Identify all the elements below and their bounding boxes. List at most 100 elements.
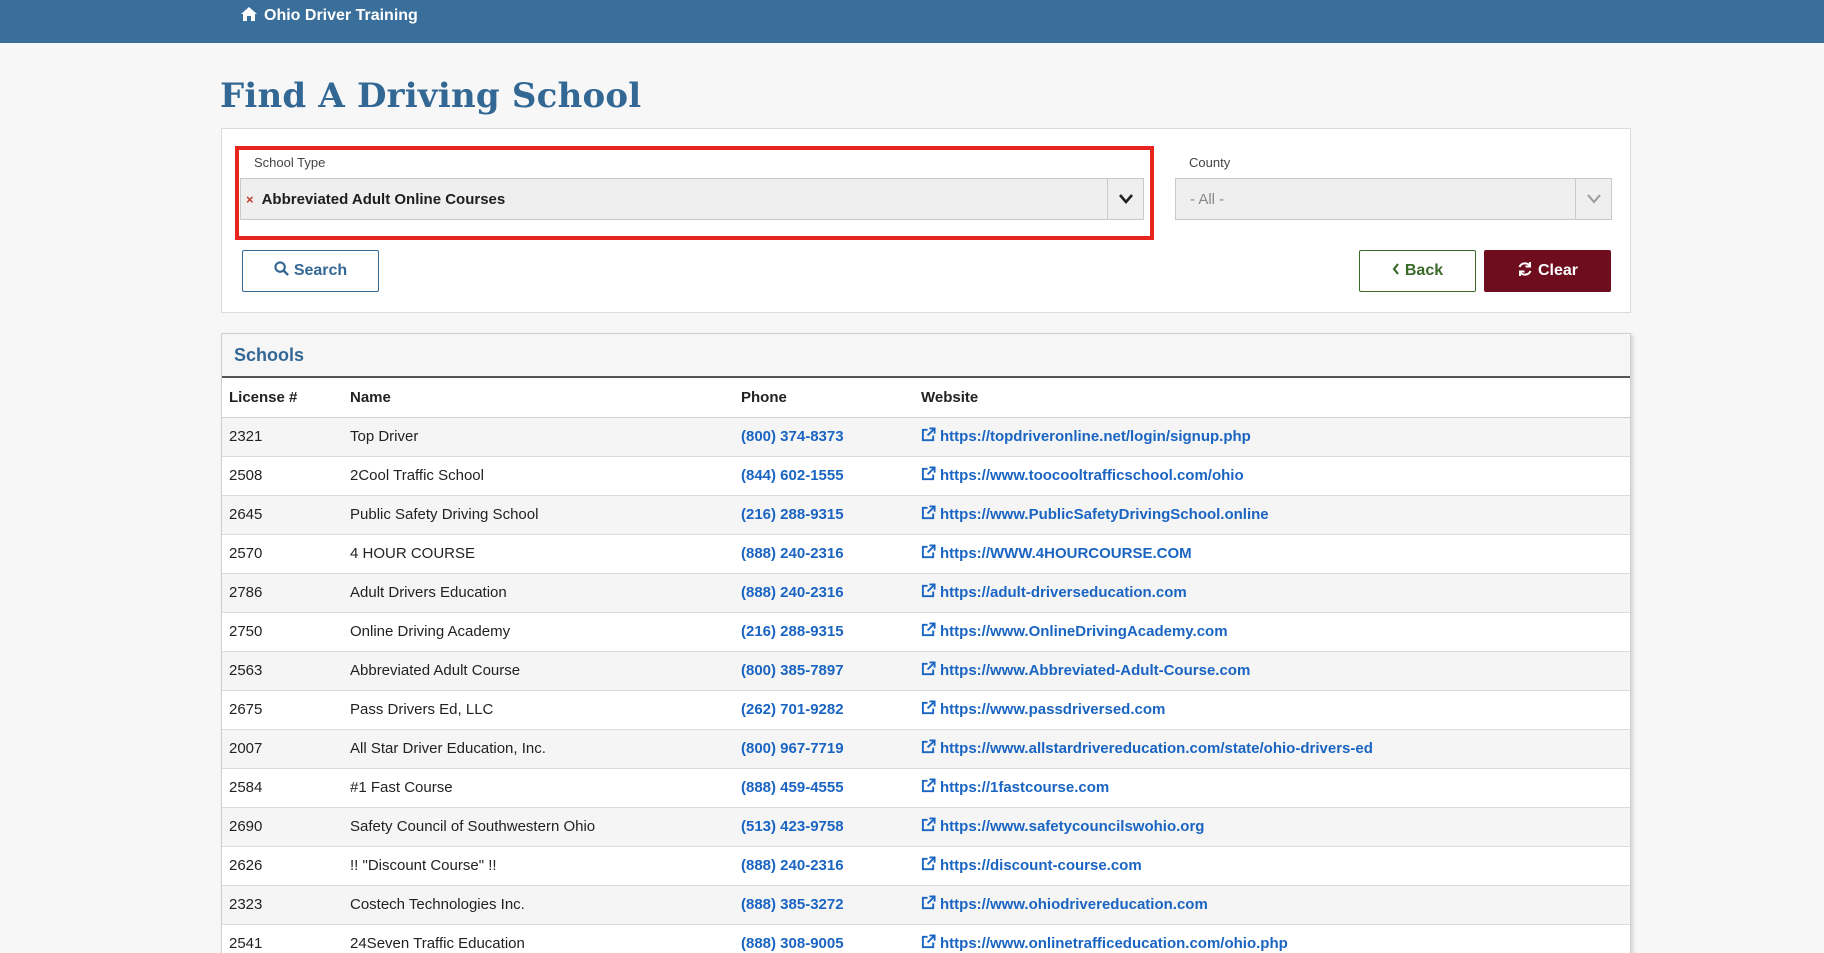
back-button[interactable]: Back: [1359, 250, 1476, 292]
phone-link[interactable]: (216) 288-9315: [741, 623, 844, 640]
name-cell: 4 HOUR COURSE: [343, 534, 734, 574]
website-url: https://www.ohiodrivereducation.com: [940, 896, 1208, 913]
phone-cell: (888) 308-9005: [734, 924, 914, 953]
external-link-icon: [921, 700, 936, 719]
external-link-icon: [921, 427, 936, 446]
website-link[interactable]: https://discount-course.com: [921, 856, 1142, 875]
column-header-name: Name: [343, 378, 734, 418]
website-link[interactable]: https://1fastcourse.com: [921, 778, 1109, 797]
column-header-license: License #: [222, 378, 343, 418]
website-link[interactable]: https://www.Abbreviated-Adult-Course.com: [921, 661, 1250, 680]
external-link-icon: [921, 505, 936, 524]
website-link[interactable]: https://www.passdriversed.com: [921, 700, 1165, 719]
column-header-website: Website: [914, 378, 1630, 418]
phone-link[interactable]: (844) 602-1555: [741, 467, 844, 484]
website-url: https://discount-course.com: [940, 857, 1142, 874]
school-type-select[interactable]: × Abbreviated Adult Online Courses: [240, 178, 1144, 220]
license-cell: 2541: [222, 924, 343, 953]
name-cell: #1 Fast Course: [343, 768, 734, 808]
external-link-icon: [921, 583, 936, 602]
clear-button[interactable]: Clear: [1484, 250, 1611, 292]
license-cell: 2007: [222, 729, 343, 769]
website-url: https://www.PublicSafetyDrivingSchool.on…: [940, 506, 1269, 523]
website-url: https://WWW.4HOURCOURSE.COM: [940, 545, 1192, 562]
home-icon: [240, 6, 258, 27]
name-cell: 2Cool Traffic School: [343, 456, 734, 496]
phone-link[interactable]: (216) 288-9315: [741, 506, 844, 523]
website-link[interactable]: https://WWW.4HOURCOURSE.COM: [921, 544, 1192, 563]
license-cell: 2321: [222, 417, 343, 457]
name-cell: Costech Technologies Inc.: [343, 885, 734, 925]
phone-link[interactable]: (888) 240-2316: [741, 857, 844, 874]
website-url: https://1fastcourse.com: [940, 779, 1110, 796]
school-type-label: School Type: [254, 155, 326, 170]
phone-link[interactable]: (888) 385-3272: [741, 896, 844, 913]
phone-link[interactable]: (513) 423-9758: [741, 818, 844, 835]
website-cell: https://www.onlinetrafficeducation.com/o…: [914, 924, 1630, 953]
name-cell: Public Safety Driving School: [343, 495, 734, 535]
county-label: County: [1189, 155, 1231, 170]
website-url: https://www.allstardrivereducation.com/s…: [940, 740, 1373, 757]
website-cell: https://topdriveronline.net/login/signup…: [914, 417, 1630, 457]
website-link[interactable]: https://www.toocooltrafficschool.com/ohi…: [921, 466, 1244, 485]
schools-title: Schools: [234, 344, 305, 365]
phone-link[interactable]: (262) 701-9282: [741, 701, 844, 718]
website-link[interactable]: https://www.onlinetrafficeducation.com/o…: [921, 934, 1288, 953]
phone-cell: (216) 288-9315: [734, 495, 914, 535]
refresh-icon: [1517, 261, 1533, 282]
external-link-icon: [921, 544, 936, 563]
phone-cell: (800) 374-8373: [734, 417, 914, 457]
license-cell: 2690: [222, 807, 343, 847]
county-value: - All -: [1190, 190, 1225, 208]
search-button-label: Search: [293, 262, 348, 279]
website-link[interactable]: https://www.ohiodrivereducation.com: [921, 895, 1208, 914]
external-link-icon: [921, 778, 936, 797]
website-cell: https://www.ohiodrivereducation.com: [914, 885, 1630, 925]
chevron-down-icon[interactable]: [1575, 179, 1611, 219]
search-button[interactable]: Search: [242, 250, 379, 292]
phone-cell: (800) 385-7897: [734, 651, 914, 691]
license-cell: 2563: [222, 651, 343, 691]
top-navbar: Ohio Driver Training: [0, 0, 1824, 43]
license-cell: 2750: [222, 612, 343, 652]
website-link[interactable]: https://www.allstardrivereducation.com/s…: [921, 739, 1373, 758]
website-link[interactable]: https://topdriveronline.net/login/signup…: [921, 427, 1251, 446]
clear-selection-icon[interactable]: ×: [246, 192, 254, 207]
website-link[interactable]: https://www.safetycouncilswohio.org: [921, 817, 1204, 836]
phone-cell: (888) 240-2316: [734, 534, 914, 574]
county-select[interactable]: - All -: [1175, 178, 1612, 220]
chevron-down-icon[interactable]: [1107, 179, 1143, 219]
website-link[interactable]: https://adult-driverseducation.com: [921, 583, 1187, 602]
phone-link[interactable]: (800) 385-7897: [741, 662, 844, 679]
website-cell: https://1fastcourse.com: [914, 768, 1630, 808]
table-row: 2007 All Star Driver Education, Inc. (800)…: [222, 729, 1630, 769]
phone-link[interactable]: (888) 240-2316: [741, 545, 844, 562]
website-link[interactable]: https://www.OnlineDrivingAcademy.com: [921, 622, 1228, 641]
phone-link[interactable]: (800) 967-7719: [741, 740, 844, 757]
phone-cell: (844) 602-1555: [734, 456, 914, 496]
website-cell: https://adult-driverseducation.com: [914, 573, 1630, 613]
phone-cell: (800) 967-7719: [734, 729, 914, 769]
license-cell: 2786: [222, 573, 343, 613]
phone-link[interactable]: (888) 459-4555: [741, 779, 844, 796]
table-row: 2541 24Seven Traffic Education (888) 308-9…: [222, 924, 1630, 953]
phone-link[interactable]: (800) 374-8373: [741, 428, 844, 445]
website-url: https://www.safetycouncilswohio.org: [940, 818, 1205, 835]
website-cell: https://www.allstardrivereducation.com/s…: [914, 729, 1630, 769]
license-cell: 2584: [222, 768, 343, 808]
name-cell: Pass Drivers Ed, LLC: [343, 690, 734, 730]
phone-link[interactable]: (888) 308-9005: [741, 935, 844, 952]
page-title: Find A Driving School: [220, 76, 642, 116]
column-header-phone: Phone: [734, 378, 914, 418]
name-cell: All Star Driver Education, Inc.: [343, 729, 734, 769]
brand-link[interactable]: Ohio Driver Training: [240, 6, 418, 26]
table-row: 2584 #1 Fast Course (888) 459-4555 https://…: [222, 768, 1630, 808]
phone-cell: (888) 459-4555: [734, 768, 914, 808]
phone-cell: (513) 423-9758: [734, 807, 914, 847]
table-row: 2690 Safety Council of Southwestern Ohio (…: [222, 807, 1630, 847]
phone-link[interactable]: (888) 240-2316: [741, 584, 844, 601]
name-cell: Adult Drivers Education: [343, 573, 734, 613]
website-link[interactable]: https://www.PublicSafetyDrivingSchool.on…: [921, 505, 1269, 524]
website-cell: https://www.toocooltrafficschool.com/ohi…: [914, 456, 1630, 496]
phone-cell: (888) 240-2316: [734, 573, 914, 613]
